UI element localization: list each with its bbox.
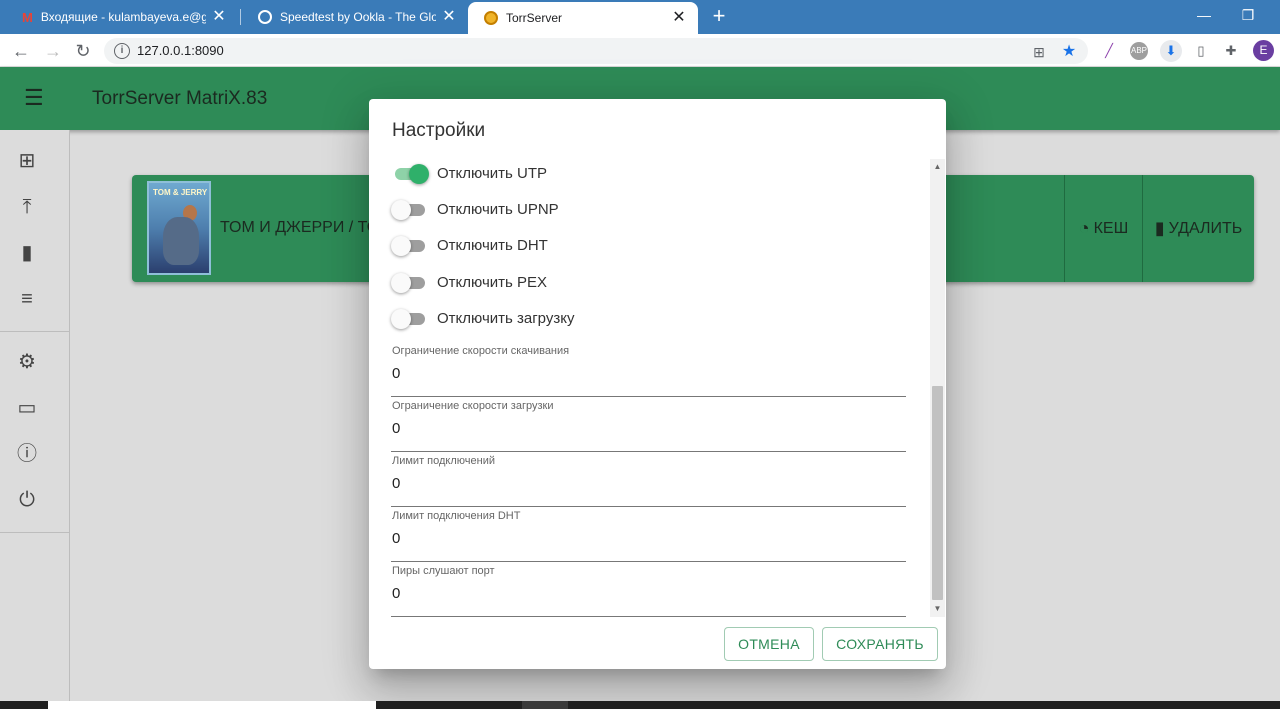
dialog-title: Настройки (392, 120, 486, 141)
field-value[interactable]: 0 (392, 475, 400, 492)
dialog-scrollbar[interactable]: ▲ ▼ (930, 159, 945, 617)
switch-thumb (391, 273, 411, 293)
peers-listen-port-field[interactable]: Пиры слушают порт 0 (391, 565, 906, 617)
field-value[interactable]: 0 (392, 585, 400, 602)
switch-thumb (409, 164, 429, 184)
field-label: Лимит подключения DHT (392, 510, 521, 522)
field-value[interactable]: 0 (392, 365, 400, 382)
switch-label: Отключить UPNP (437, 200, 559, 218)
field-value[interactable]: 0 (392, 420, 400, 437)
toggle-switch-utp[interactable] (391, 162, 429, 184)
switch-thumb (391, 200, 411, 220)
scrollbar-thumb[interactable] (932, 386, 943, 600)
switch-label: Отключить DHT (437, 236, 548, 254)
upload-speed-limit-field[interactable]: Ограничение скорости загрузки 0 (391, 400, 906, 452)
field-label: Лимит подключений (392, 455, 495, 467)
switch-thumb (391, 236, 411, 256)
taskbar-search[interactable] (48, 701, 376, 709)
switch-label: Отключить загрузку (437, 309, 575, 327)
settings-dialog: Настройки Отключить UTP Отключить UPNP О… (369, 99, 946, 669)
connections-limit-field[interactable]: Лимит подключений 0 (391, 455, 906, 507)
field-label: Пиры слушают порт (392, 565, 495, 577)
scroll-up-icon[interactable]: ▲ (930, 161, 945, 173)
switch-row-utp[interactable]: Отключить UTP (391, 160, 547, 186)
download-speed-limit-field[interactable]: Ограничение скорости скачивания 0 (391, 345, 906, 397)
dht-connection-limit-field[interactable]: Лимит подключения DHT 0 (391, 510, 906, 562)
toggle-switch-disable-upload[interactable] (391, 307, 429, 329)
toggle-switch-pex[interactable] (391, 271, 429, 293)
toggle-switch-dht[interactable] (391, 234, 429, 256)
field-label: Ограничение скорости загрузки (392, 400, 554, 412)
switch-thumb (391, 309, 411, 329)
field-value[interactable]: 0 (392, 530, 400, 547)
taskbar-item[interactable] (522, 701, 568, 709)
switch-row-dht[interactable]: Отключить DHT (391, 232, 548, 258)
switch-label: Отключить UTP (437, 164, 547, 182)
switch-label: Отключить PEX (437, 273, 548, 291)
save-button[interactable]: СОХРАНЯТЬ (822, 627, 938, 661)
switch-row-pex[interactable]: Отключить PEX (391, 269, 547, 295)
field-label: Ограничение скорости скачивания (392, 345, 570, 357)
cancel-button[interactable]: ОТМЕНА (724, 627, 814, 661)
os-taskbar (0, 701, 1280, 709)
switch-row-upnp[interactable]: Отключить UPNP (391, 196, 559, 222)
toggle-switch-upnp[interactable] (391, 198, 429, 220)
switch-row-disable-upload[interactable]: Отключить загрузку (391, 305, 574, 331)
dialog-content: Отключить UTP Отключить UPNP Отключить D… (369, 157, 946, 661)
scroll-down-icon[interactable]: ▼ (930, 603, 945, 615)
